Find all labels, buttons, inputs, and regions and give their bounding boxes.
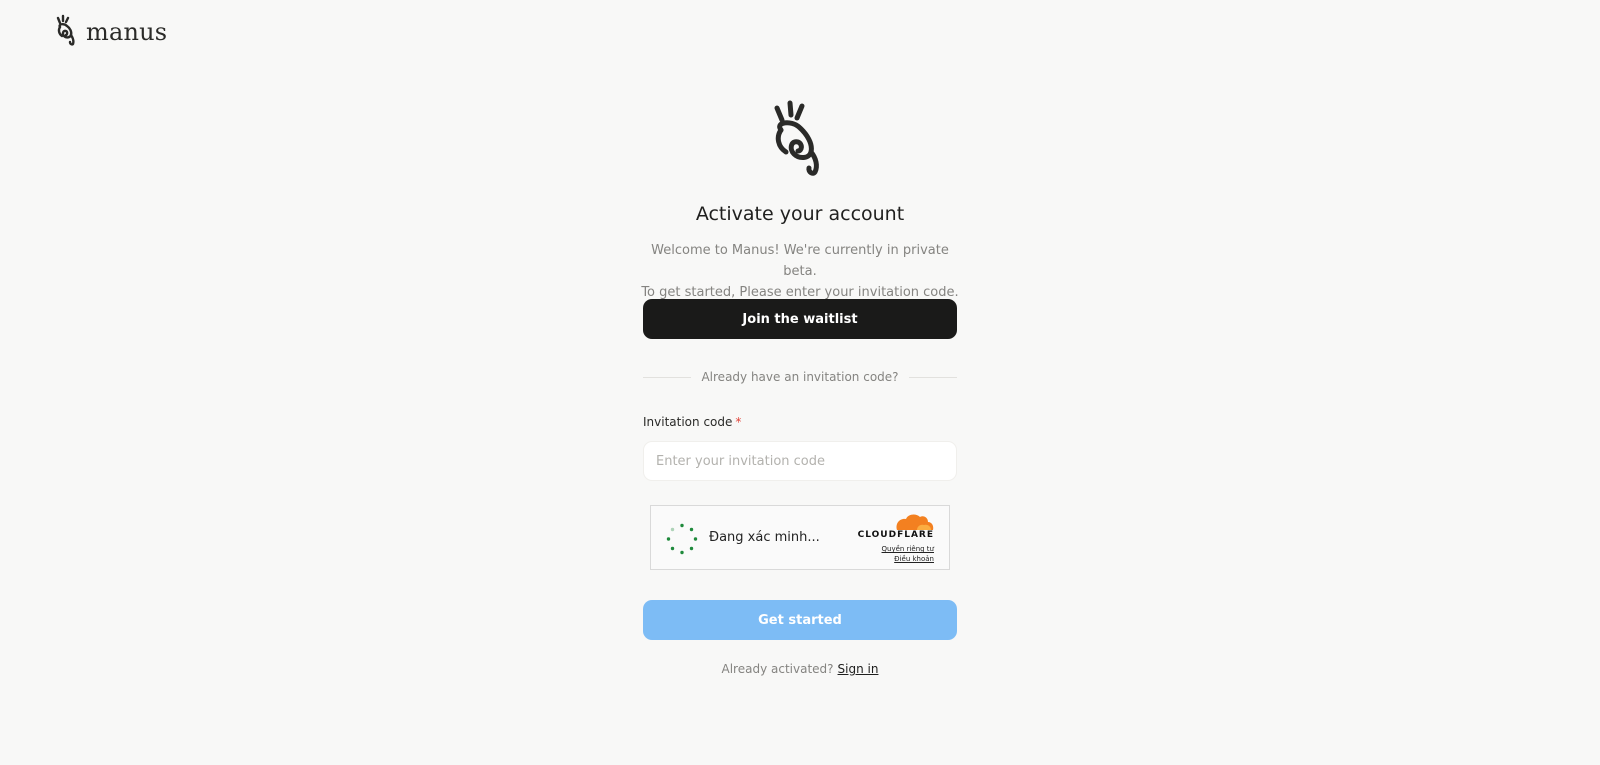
invitation-code-label-text: Invitation code (643, 415, 733, 429)
cloudflare-turnstile-widget[interactable]: Đang xác minh... CLOUDFLARE Quyền riêng … (650, 505, 950, 570)
cloudflare-logo: CLOUDFLARE (857, 530, 934, 540)
divider-line-left (643, 376, 692, 378)
terms-link[interactable]: Điều khoản (882, 554, 934, 564)
loading-spinner-icon (666, 523, 698, 559)
brand-name: manus (86, 18, 168, 46)
manus-hand-icon (767, 100, 829, 180)
divider-text: Already have an invitation code? (701, 370, 899, 384)
required-marker: * (735, 415, 742, 429)
sign-in-link[interactable]: Sign in (838, 662, 879, 676)
divider: Already have an invitation code? (643, 370, 957, 384)
signin-prompt: Already activated? (721, 662, 834, 676)
captcha-links: Quyền riêng tư Điều khoản (882, 544, 934, 564)
invitation-code-label: Invitation code * (643, 415, 741, 429)
manus-hand-icon (54, 14, 80, 50)
join-waitlist-button[interactable]: Join the waitlist (643, 299, 957, 339)
subtitle-line-1: Welcome to Manus! We're currently in pri… (651, 243, 949, 279)
get-started-button[interactable]: Get started (643, 600, 957, 640)
privacy-link[interactable]: Quyền riêng tư (882, 544, 934, 554)
signin-row: Already activated? Sign in (643, 662, 957, 676)
page-subtitle: Welcome to Manus! We're currently in pri… (633, 240, 967, 303)
invitation-code-input[interactable] (643, 441, 957, 481)
divider-line-right (908, 376, 957, 378)
captcha-status: Đang xác minh... (709, 530, 820, 545)
page-title: Activate your account (695, 203, 905, 225)
brand-header[interactable]: manus (54, 14, 167, 50)
